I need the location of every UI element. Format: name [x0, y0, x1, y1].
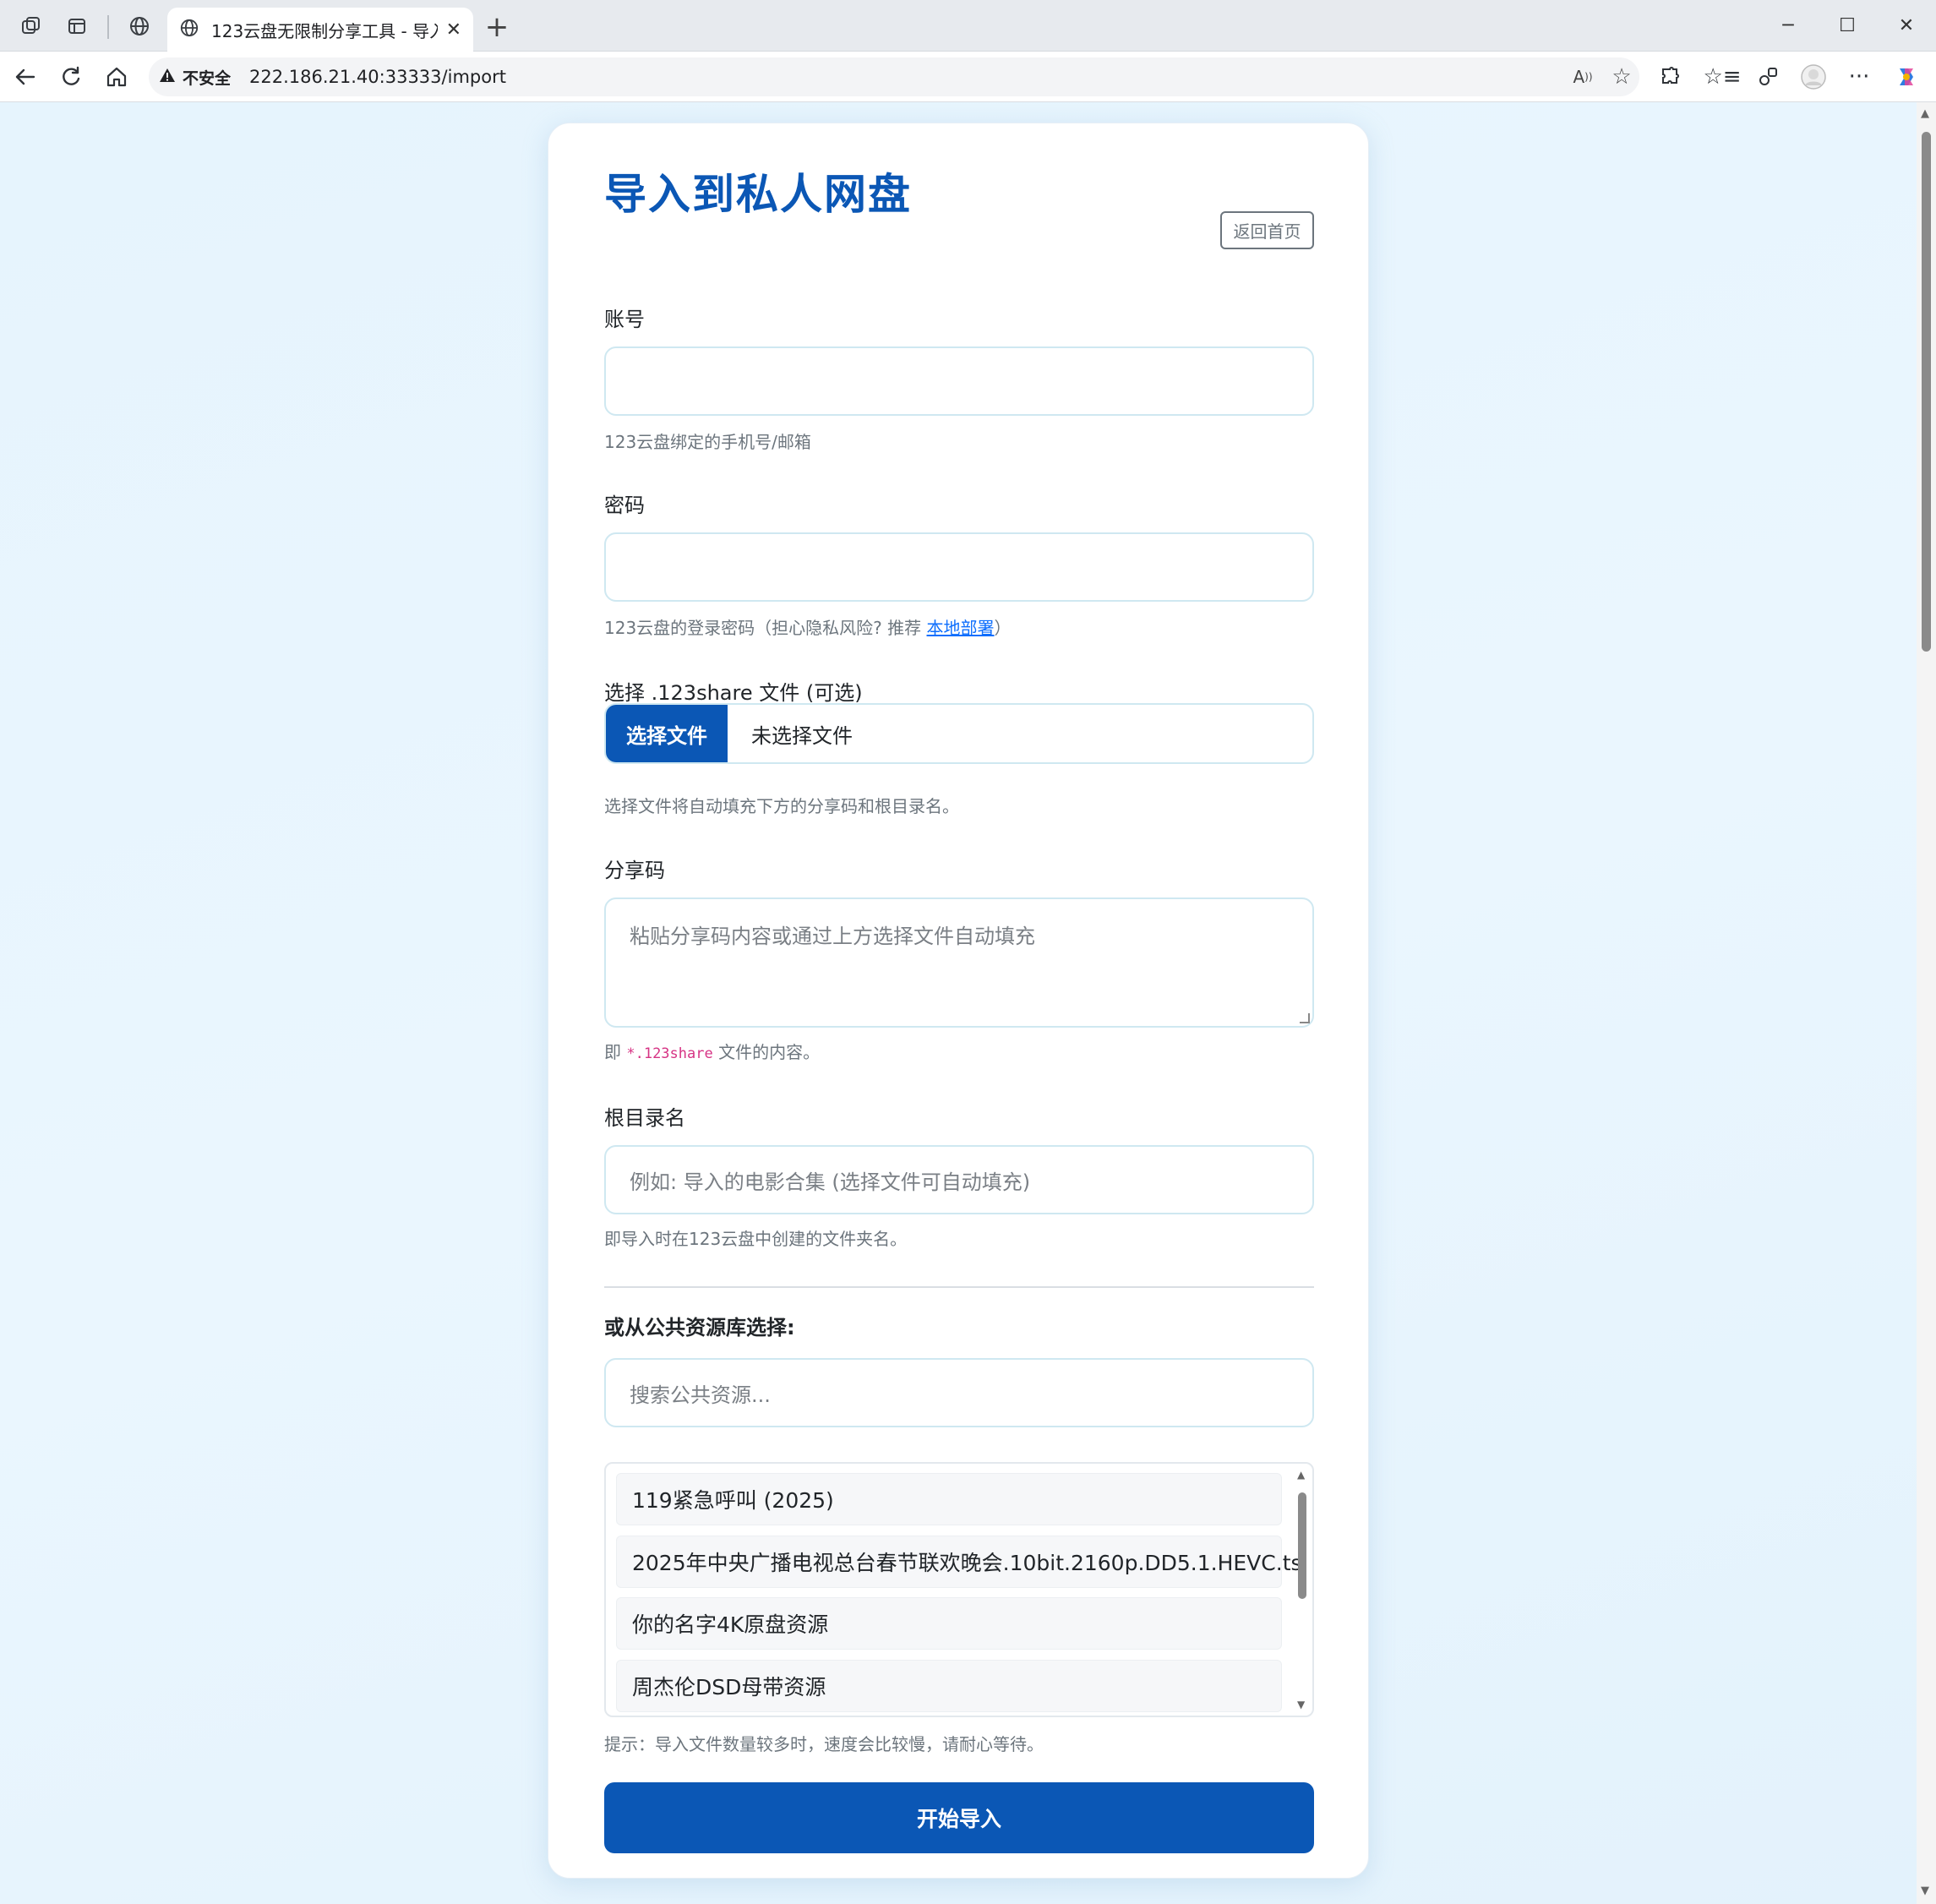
- root-dir-label: 根目录名: [604, 1106, 685, 1130]
- close-window-icon[interactable]: ✕: [1890, 10, 1923, 41]
- import-card: 导入到私人网盘 返回首页 账号 123云盘绑定的手机号/邮箱 密码 123云盘的…: [548, 123, 1369, 1879]
- public-resource-list[interactable]: 119紧急呼叫 (2025) 2025年中央广播电视总台春节联欢晚会.10bit…: [604, 1462, 1314, 1717]
- maximize-icon[interactable]: ☐: [1830, 10, 1864, 41]
- favorites-icon[interactable]: ☆≡: [1703, 62, 1741, 92]
- list-scrollbar-thumb[interactable]: [1298, 1492, 1306, 1599]
- resource-item[interactable]: 你的名字4K原盘资源: [616, 1597, 1282, 1650]
- page-scrollbar[interactable]: ▲ ▼: [1917, 102, 1936, 1904]
- url-text[interactable]: 222.186.21.40:33333/import: [249, 67, 506, 87]
- resource-item[interactable]: 2025年中央广播电视总台春节联欢晚会.10bit.2160p.DD5.1.HE…: [616, 1536, 1302, 1588]
- public-search-input[interactable]: 搜索公共资源...: [604, 1358, 1314, 1427]
- page-title: 导入到私人网盘: [604, 170, 912, 219]
- more-icon[interactable]: ···: [1844, 62, 1874, 92]
- file-picker[interactable]: 选择文件 未选择文件: [604, 703, 1314, 764]
- profile-avatar-icon[interactable]: [1798, 62, 1829, 92]
- file-label: 选择 .123share 文件 (可选): [604, 681, 863, 705]
- globe-icon[interactable]: [125, 12, 154, 41]
- share-code-label: 分享码: [604, 859, 665, 882]
- password-label: 密码: [604, 494, 645, 517]
- section-divider: [604, 1286, 1314, 1288]
- public-library-label: 或从公共资源库选择:: [604, 1316, 795, 1339]
- copilot-icon[interactable]: [1891, 62, 1922, 92]
- share-code-help: 即 *.123share 文件的内容。: [604, 1039, 820, 1063]
- refresh-icon[interactable]: [56, 62, 86, 92]
- address-bar[interactable]: 不安全 222.186.21.40:33333/import A)) ☆: [149, 57, 1639, 96]
- resource-item[interactable]: 119紧急呼叫 (2025): [616, 1473, 1282, 1525]
- account-input[interactable]: [604, 346, 1314, 416]
- extensions-icon[interactable]: [1655, 62, 1685, 92]
- page-scrollbar-thumb[interactable]: [1922, 132, 1931, 652]
- page-viewport: 导入到私人网盘 返回首页 账号 123云盘绑定的手机号/邮箱 密码 123云盘的…: [0, 102, 1917, 1904]
- browser-toolbar: 不安全 222.186.21.40:33333/import A)) ☆ ☆≡ …: [0, 52, 1936, 102]
- home-icon[interactable]: [101, 62, 132, 92]
- tab-globe-icon: [179, 18, 199, 41]
- import-tip: 提示：导入文件数量较多时，速度会比较慢，请耐心等待。: [604, 1734, 1044, 1754]
- share-code-help-code: *.123share: [626, 1045, 713, 1062]
- password-help-prefix: 123云盘的登录密码（担心隐私风险? 推荐: [604, 618, 927, 638]
- scroll-down-icon[interactable]: ▼: [1921, 1885, 1929, 1897]
- collections-icon[interactable]: [1753, 62, 1783, 92]
- tab-title: 123云盘无限制分享工具 - 导入到私人网盘: [211, 20, 438, 41]
- share-code-textarea[interactable]: 粘贴分享码内容或通过上方选择文件自动填充: [604, 897, 1314, 1028]
- account-label: 账号: [604, 308, 645, 331]
- workspaces-icon[interactable]: [17, 12, 46, 41]
- security-label[interactable]: 不安全: [183, 66, 231, 89]
- resource-item[interactable]: 周杰伦DSD母带资源: [616, 1660, 1282, 1712]
- scroll-up-icon[interactable]: ▲: [1921, 107, 1929, 120]
- resize-grip-icon[interactable]: [1300, 1013, 1310, 1023]
- tab-actions-icon[interactable]: [63, 12, 91, 41]
- tab-close-icon[interactable]: ✕: [446, 19, 461, 41]
- list-scroll-up-icon[interactable]: ▲: [1297, 1469, 1305, 1481]
- file-help: 选择文件将自动填充下方的分享码和根目录名。: [604, 796, 959, 816]
- password-help: 123云盘的登录密码（担心隐私风险? 推荐 本地部署）: [604, 614, 1012, 639]
- back-icon[interactable]: [10, 62, 41, 92]
- new-tab-icon[interactable]: +: [480, 10, 514, 44]
- browser-tab-active[interactable]: 123云盘无限制分享工具 - 导入到私人网盘 ✕: [167, 8, 473, 52]
- minimize-icon[interactable]: ─: [1771, 10, 1805, 41]
- password-help-suffix: ）: [994, 618, 1012, 638]
- root-dir-help: 即导入时在123云盘中创建的文件夹名。: [604, 1229, 908, 1249]
- back-home-button[interactable]: 返回首页: [1220, 211, 1314, 249]
- browser-titlebar: 123云盘无限制分享工具 - 导入到私人网盘 ✕ + ─ ☐ ✕: [0, 0, 1936, 52]
- start-import-button[interactable]: 开始导入: [604, 1782, 1314, 1853]
- root-dir-input[interactable]: 例如: 导入的电影合集 (选择文件可自动填充): [604, 1145, 1314, 1214]
- share-code-help-prefix: 即: [604, 1042, 627, 1062]
- local-deploy-link[interactable]: 本地部署: [927, 618, 995, 638]
- titlebar-separator: [107, 15, 109, 39]
- share-code-placeholder: 粘贴分享码内容或通过上方选择文件自动填充: [630, 925, 1035, 948]
- file-status: 未选择文件: [751, 723, 853, 748]
- account-help: 123云盘绑定的手机号/邮箱: [604, 432, 811, 452]
- list-scroll-down-icon[interactable]: ▼: [1297, 1699, 1305, 1710]
- choose-file-button[interactable]: 选择文件: [606, 705, 728, 762]
- share-code-help-suffix: 文件的内容。: [712, 1042, 821, 1062]
- list-scrollbar[interactable]: ▲ ▼: [1290, 1464, 1312, 1716]
- favorite-star-icon[interactable]: ☆: [1607, 63, 1636, 91]
- warning-icon[interactable]: [159, 67, 176, 87]
- password-input[interactable]: [604, 532, 1314, 602]
- read-aloud-icon[interactable]: A)): [1568, 63, 1597, 91]
